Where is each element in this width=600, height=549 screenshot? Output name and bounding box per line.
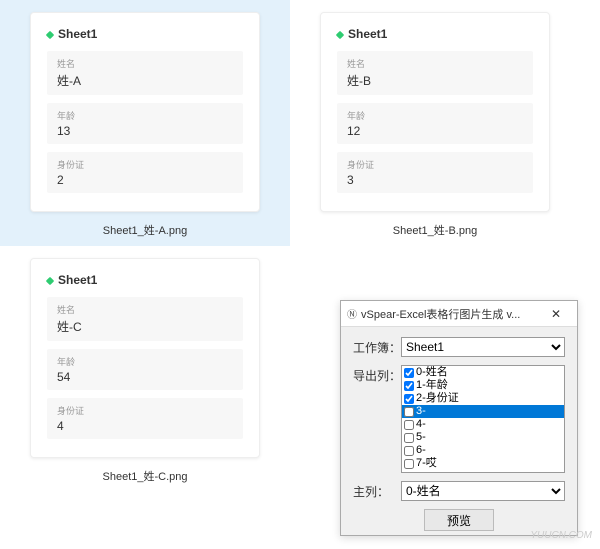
dialog-body: 工作簿： Sheet1 导出列： 0-姓名1-年龄2-身份证3-4-5-6-7-… [341,327,577,541]
field-label: 年龄 [57,355,233,368]
status-dot-icon [46,277,54,285]
field-value: 姓-C [57,318,233,335]
field-value: 3 [347,173,523,187]
field: 身份证 2 [47,152,243,193]
preview-button[interactable]: 预览 [424,509,494,531]
card-sheet-title: Sheet1 [47,27,243,41]
field: 年龄 12 [337,103,533,144]
list-item[interactable]: 1-年龄 [402,379,564,392]
column-checkbox[interactable] [404,381,414,391]
app-icon: Ⓝ [347,306,357,321]
export-dialog: Ⓝ vSpear-Excel表格行图片生成 v... ✕ 工作簿： Sheet1… [340,300,578,536]
field-label: 身份证 [347,158,523,171]
main-column-label: 主列： [353,481,401,500]
preview-card: Sheet1 姓名姓-A 年龄 13 身份证 2 [30,12,260,212]
field-label: 姓名 [57,303,233,316]
field-label: 姓名 [57,57,233,70]
column-checkbox[interactable] [404,420,414,430]
field: 身份证 4 [47,398,243,439]
field: 姓名姓-B [337,51,533,95]
column-checkbox[interactable] [404,394,414,404]
workbook-select[interactable]: Sheet1 [401,337,565,357]
column-checkbox[interactable] [404,433,414,443]
field-value: 姓-B [347,72,523,89]
list-item[interactable]: 0-姓名 [402,366,564,379]
field-label: 身份证 [57,158,233,171]
status-dot-icon [336,31,344,39]
workbook-label: 工作簿： [353,337,401,356]
column-label: 2-身份证 [416,392,459,405]
field-value: 2 [57,173,233,187]
list-item[interactable]: 2-身份证 [402,392,564,405]
column-checkbox[interactable] [404,368,414,378]
column-label: 4- [416,418,426,431]
column-label: 1-年龄 [416,379,448,392]
thumbnail-filename: Sheet1_姓-C.png [18,468,272,484]
field: 身份证 3 [337,152,533,193]
list-item[interactable]: 6- [402,444,564,457]
card-sheet-title: Sheet1 [47,273,243,287]
field-value: 54 [57,370,233,384]
thumbnail-filename: Sheet1_姓-A.png [18,222,272,238]
dialog-titlebar[interactable]: Ⓝ vSpear-Excel表格行图片生成 v... ✕ [341,301,577,327]
column-label: 5- [416,431,426,444]
list-item[interactable]: 7-哎 [402,457,564,470]
dialog-title: vSpear-Excel表格行图片生成 v... [361,306,541,322]
field: 年龄 13 [47,103,243,144]
column-label: 6- [416,444,426,457]
list-item[interactable]: 5- [402,431,564,444]
field: 姓名姓-C [47,297,243,341]
card-sheet-title: Sheet1 [337,27,533,41]
list-item[interactable]: 3- [402,405,564,418]
column-label: 7-哎 [416,457,437,470]
field-value: 12 [347,124,523,138]
export-columns-label: 导出列： [353,365,401,384]
column-checkbox[interactable] [404,407,414,417]
watermark: YUUCN.COM [530,530,592,541]
column-label: 0-姓名 [416,366,448,379]
field-label: 年龄 [57,109,233,122]
field-value: 13 [57,124,233,138]
preview-card: Sheet1 姓名姓-B 年龄 12 身份证 3 [320,12,550,212]
column-label: 3- [416,405,426,418]
column-checkbox[interactable] [404,459,414,469]
close-icon[interactable]: ✕ [541,307,571,321]
thumbnail-cell[interactable]: Sheet1 姓名姓-A 年龄 13 身份证 2 Sheet1_姓-A.png [0,0,290,246]
main-column-select[interactable]: 0-姓名 [401,481,565,501]
thumbnail-filename: Sheet1_姓-B.png [308,222,562,238]
field-label: 年龄 [347,109,523,122]
field: 姓名姓-A [47,51,243,95]
thumbnail-cell[interactable]: Sheet1 姓名姓-C 年龄 54 身份证 4 Sheet1_姓-C.png [0,246,290,492]
field: 年龄 54 [47,349,243,390]
field-value: 4 [57,419,233,433]
status-dot-icon [46,31,54,39]
field-label: 身份证 [57,404,233,417]
field-value: 姓-A [57,72,233,89]
field-label: 姓名 [347,57,523,70]
column-checkbox[interactable] [404,446,414,456]
columns-listbox[interactable]: 0-姓名1-年龄2-身份证3-4-5-6-7-哎 [401,365,565,473]
thumbnail-cell[interactable]: Sheet1 姓名姓-B 年龄 12 身份证 3 Sheet1_姓-B.png [290,0,580,246]
preview-card: Sheet1 姓名姓-C 年龄 54 身份证 4 [30,258,260,458]
list-item[interactable]: 4- [402,418,564,431]
